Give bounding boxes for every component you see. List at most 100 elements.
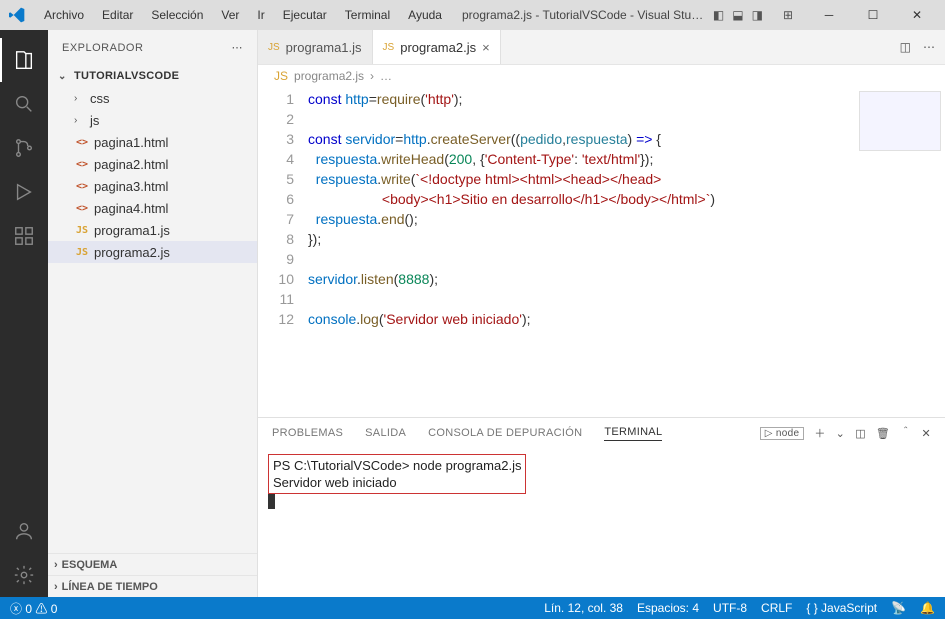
search-icon[interactable] [0,82,48,126]
error-icon: ⓧ [10,602,22,616]
bell-icon[interactable]: 🔔 [920,601,935,615]
status-eol[interactable]: CRLF [761,601,792,615]
line-number: 4 [258,149,294,169]
split-terminal-icon[interactable]: ◫ [855,427,866,440]
close-tab-icon[interactable]: × [482,40,490,55]
code-line[interactable] [308,289,855,309]
code-content[interactable]: const http=require('http'); const servid… [308,87,855,417]
code-line[interactable]: const http=require('http'); [308,89,855,109]
editor-tab-programa2-js[interactable]: JSprograma2.js× [373,30,501,64]
code-line[interactable]: }); [308,229,855,249]
tree-item-programa2-js[interactable]: JSprograma2.js [48,241,257,263]
minimap[interactable] [855,87,945,417]
tree-root[interactable]: ⌄ TUTORIALVSCODE [48,65,257,87]
tree-item-label: programa1.js [94,223,170,238]
sidebar-more-icon[interactable]: ⋯ [232,41,244,54]
terminal-dropdown-icon[interactable]: ⌄ [836,427,846,440]
layout-bottom-icon[interactable]: ⬓ [732,8,743,22]
panel-tab-terminal[interactable]: TERMINAL [604,426,662,441]
js-file-icon: JS [74,225,90,236]
status-encoding[interactable]: UTF-8 [713,601,747,615]
chevron-down-icon: ⌄ [58,71,70,82]
code-line[interactable]: respuesta.end(); [308,209,855,229]
editor-more-icon[interactable]: ⋯ [923,40,935,54]
code-line[interactable] [308,109,855,129]
tree-item-label: programa2.js [94,245,170,260]
status-bar: ⓧ 0 ⚠ 0 Lín. 12, col. 38 Espacios: 4 UTF… [0,597,945,619]
vscode-logo-icon [8,6,26,24]
section-timeline[interactable]: ›LÍNEA DE TIEMPO [48,575,257,597]
line-number: 11 [258,289,294,309]
menu-ir[interactable]: Ir [249,4,272,26]
layout-controls: ◧ ⬓ ◨ ⊞ [713,8,793,22]
source-control-icon[interactable] [0,126,48,170]
maximize-button[interactable]: ☐ [853,1,893,29]
menu-ver[interactable]: Ver [213,4,247,26]
menu-editar[interactable]: Editar [94,4,141,26]
line-number: 12 [258,309,294,329]
menu-terminal[interactable]: Terminal [337,4,398,26]
terminal-highlight-box: PS C:\TutorialVSCode> node programa2.js … [268,454,526,494]
html-file-icon: <> [74,181,90,192]
menu-ayuda[interactable]: Ayuda [400,4,450,26]
editor-tab-programa1-js[interactable]: JSprograma1.js [258,30,373,64]
menu-archivo[interactable]: Archivo [36,4,92,26]
file-tree: ⌄ TUTORIALVSCODE ›css›js<>pagina1.html<>… [48,65,257,553]
settings-gear-icon[interactable] [0,553,48,597]
code-line[interactable]: const servidor=http.createServer((pedido… [308,129,855,149]
tree-item-pagina2-html[interactable]: <>pagina2.html [48,153,257,175]
line-number: 3 [258,129,294,149]
app-menu: Archivo Editar Selección Ver Ir Ejecutar… [36,4,450,26]
layout-right-icon[interactable]: ◨ [752,8,763,22]
split-editor-icon[interactable]: ◫ [900,40,911,54]
section-outline[interactable]: ›ESQUEMA [48,553,257,575]
line-number: 8 [258,229,294,249]
code-editor[interactable]: 123456789101112 const http=require('http… [258,87,945,417]
layout-customize-icon[interactable]: ⊞ [783,8,793,22]
panel-tab-problems[interactable]: PROBLEMAS [272,427,343,439]
root-label: TUTORIALVSCODE [74,70,179,82]
terminal-content[interactable]: PS C:\TutorialVSCode> node programa2.js … [258,448,945,597]
maximize-panel-icon[interactable]: ＾ [900,425,911,441]
tree-item-css[interactable]: ›css [48,87,257,109]
code-line[interactable]: respuesta.writeHead(200, {'Content-Type'… [308,149,855,169]
new-terminal-icon[interactable]: ＋ [814,425,825,441]
code-line[interactable]: servidor.listen(8888); [308,269,855,289]
breadcrumb[interactable]: JS programa2.js › … [258,65,945,87]
accounts-icon[interactable] [0,509,48,553]
terminal-shell-selector[interactable]: ▷ node [760,427,805,440]
js-file-icon: JS [383,42,395,53]
kill-terminal-icon[interactable]: 🗑 [876,427,890,440]
status-language[interactable]: { } JavaScript [806,601,877,615]
editor-tabs: JSprograma1.jsJSprograma2.js× ◫ ⋯ [258,30,945,65]
layout-left-icon[interactable]: ◧ [713,8,724,22]
run-debug-icon[interactable] [0,170,48,214]
code-line[interactable] [308,249,855,269]
extensions-icon[interactable] [0,214,48,258]
tree-item-pagina3-html[interactable]: <>pagina3.html [48,175,257,197]
explorer-icon[interactable] [0,38,48,82]
status-indent[interactable]: Espacios: 4 [637,601,699,615]
editor-group: JSprograma1.jsJSprograma2.js× ◫ ⋯ JS pro… [258,30,945,597]
tree-item-pagina4-html[interactable]: <>pagina4.html [48,197,257,219]
close-button[interactable]: ✕ [897,1,937,29]
code-line[interactable]: console.log('Servidor web iniciado'); [308,309,855,329]
menu-seleccion[interactable]: Selección [143,4,211,26]
html-file-icon: <> [74,159,90,170]
status-cursor-pos[interactable]: Lín. 12, col. 38 [544,601,623,615]
tree-item-programa1-js[interactable]: JS programa1.js [48,219,257,241]
close-panel-icon[interactable]: ✕ [921,427,931,440]
terminal-run-icon: ▷ [765,428,773,439]
line-number-gutter: 123456789101112 [258,87,308,417]
feedback-icon[interactable]: 📡 [891,601,906,615]
terminal-line-2: Servidor web iniciado [273,475,397,490]
code-line[interactable]: <body><h1>Sitio en desarrollo</h1></body… [308,189,855,209]
status-errors[interactable]: ⓧ 0 ⚠ 0 [10,600,57,617]
tree-item-pagina1-html[interactable]: <>pagina1.html [48,131,257,153]
panel-tab-debug-console[interactable]: CONSOLA DE DEPURACIÓN [428,427,582,439]
tree-item-js[interactable]: ›js [48,109,257,131]
code-line[interactable]: respuesta.write(`<!doctype html><html><h… [308,169,855,189]
menu-ejecutar[interactable]: Ejecutar [275,4,335,26]
minimize-button[interactable]: ─ [809,1,849,29]
panel-tab-output[interactable]: SALIDA [365,427,406,439]
